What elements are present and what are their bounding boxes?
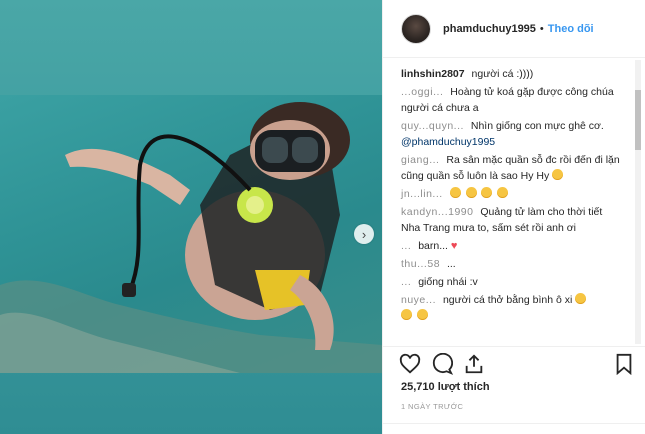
next-image-button[interactable]: › [354, 224, 374, 244]
heart-eyes-emoji-icon [465, 187, 477, 198]
comment-username[interactable]: jn...lin... [401, 188, 443, 200]
share-arrow-icon[interactable] [463, 353, 485, 375]
post-header: phamduchuy1995 • Theo dõi [383, 0, 645, 58]
laughing-emoji-icon [416, 309, 428, 320]
comment-username[interactable]: ...oggi... [401, 86, 443, 98]
laughing-emoji-icon [552, 169, 564, 180]
comment-item: linhshin2807 người cá :)))) [401, 66, 622, 82]
smile-emoji-icon [481, 187, 493, 198]
comment-list[interactable]: linhshin2807 người cá :)))) ...oggi... H… [383, 58, 645, 346]
post-side-panel: phamduchuy1995 • Theo dõi linhshin2807 n… [382, 0, 645, 434]
heart-outline-icon[interactable] [399, 353, 421, 375]
scrollbar-thumb[interactable] [635, 90, 641, 150]
comment-text: ... [446, 258, 456, 270]
wink-emoji-icon [497, 187, 509, 198]
comment-item: nuye... người cá thở bằng bình ô xi [401, 292, 622, 324]
comment-scrollbar[interactable] [635, 60, 641, 344]
diver-photo [0, 95, 382, 373]
comment-item: ... giống nhái :v [401, 274, 622, 290]
action-bar [399, 353, 635, 377]
laughing-emoji-icon [401, 309, 412, 320]
comment-item: kandyn...1990 Quảng tử làm cho thời tiết… [401, 204, 622, 236]
comment-text: người cá :)))) [471, 68, 534, 80]
comment-item: thu...58 ... [401, 256, 622, 272]
comment-username[interactable]: quy...quyn... [401, 120, 464, 132]
comment-item: ...oggi... Hoàng tử koá gặp được công ch… [401, 84, 622, 116]
post-actions: 25,710 lượt thích 1 NGÀY TRƯỚC [383, 346, 645, 434]
comment-username[interactable]: kandyn...1990 [401, 206, 473, 218]
comment-item: giang... Ra sân mặc quần sỗ đc rồi đến đ… [401, 152, 622, 184]
post-media: › [0, 0, 382, 434]
heart-emoji-icon: ♥ [450, 240, 458, 252]
comment-username[interactable]: nuye... [401, 294, 436, 306]
comment-text: Nhìn giống con mực ghê cơ. [470, 120, 604, 132]
like-count[interactable]: 25,710 lượt thích [401, 381, 490, 393]
laughing-emoji-icon [575, 293, 587, 304]
speech-bubble-icon[interactable] [431, 353, 453, 375]
comment-text: barn... [418, 240, 448, 252]
bookmark-icon[interactable] [613, 353, 635, 375]
comment-username[interactable]: giang... [401, 154, 439, 166]
post-timestamp: 1 NGÀY TRƯỚC [401, 402, 464, 411]
separator-dot: • [539, 22, 544, 35]
username-link[interactable]: phamduchuy1995 [443, 23, 536, 35]
comment-username[interactable]: linhshin2807 [401, 68, 465, 80]
comment-username[interactable]: thu...58 [401, 258, 440, 270]
comment-item: jn...lin... [401, 186, 622, 202]
comment-username[interactable]: ... [401, 276, 411, 288]
comment-mention[interactable]: @phamduchuy1995 [401, 136, 495, 148]
comment-item: ... barn... ♥ [401, 238, 622, 254]
comment-text: giống nhái :v [418, 276, 478, 288]
heart-eyes-emoji-icon [449, 187, 461, 198]
comment-username[interactable]: ... [401, 240, 411, 252]
diver-illustration [0, 102, 382, 373]
comment-text: người cá thở bằng bình ô xi [442, 294, 573, 306]
add-comment-area[interactable] [383, 423, 645, 434]
avatar[interactable] [401, 13, 431, 44]
follow-button[interactable]: Theo dõi [548, 23, 594, 35]
comment-item: quy...quyn... Nhìn giống con mực ghê cơ.… [401, 118, 622, 150]
